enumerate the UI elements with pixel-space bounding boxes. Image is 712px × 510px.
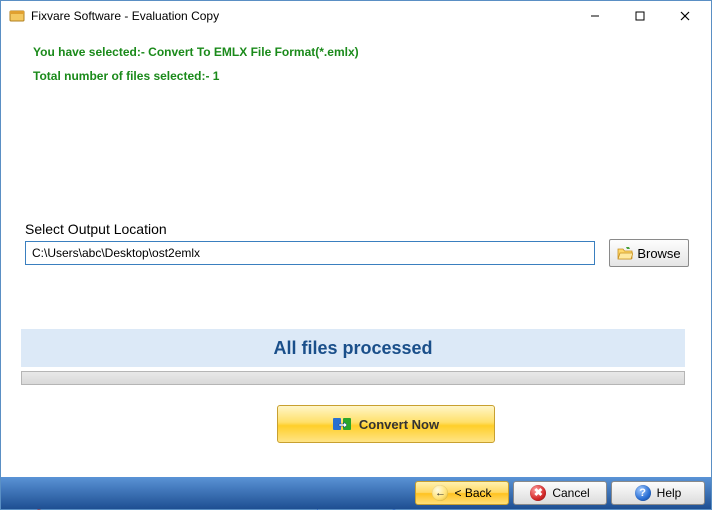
cancel-button[interactable]: ✖ Cancel (513, 481, 607, 505)
output-path-input[interactable] (25, 241, 595, 265)
content-area: You have selected:- Convert To EMLX File… (1, 45, 711, 83)
arrow-left-icon: ← (432, 485, 448, 501)
folder-open-icon (617, 246, 633, 260)
cancel-button-label: Cancel (552, 486, 589, 500)
browse-button[interactable]: Browse (609, 239, 689, 267)
help-icon: ? (635, 485, 651, 501)
footer-bar: ← < Back ✖ Cancel ? Help (1, 477, 711, 509)
window-controls (572, 2, 707, 30)
selected-format-text: You have selected:- Convert To EMLX File… (1, 45, 711, 59)
cancel-icon: ✖ (530, 485, 546, 501)
file-count-text: Total number of files selected:- 1 (1, 69, 711, 83)
convert-button-label: Convert Now (359, 417, 439, 432)
maximize-button[interactable] (617, 2, 662, 30)
convert-now-button[interactable]: Convert Now (277, 405, 495, 443)
browse-button-label: Browse (637, 246, 680, 261)
close-button[interactable] (662, 2, 707, 30)
convert-icon (333, 416, 351, 432)
status-message: All files processed (21, 329, 685, 367)
title-bar: Fixvare Software - Evaluation Copy (1, 1, 711, 31)
back-button-label: < Back (454, 486, 491, 500)
progress-bar (21, 371, 685, 385)
back-button[interactable]: ← < Back (415, 481, 509, 505)
app-icon (9, 8, 25, 24)
window-title: Fixvare Software - Evaluation Copy (31, 9, 572, 23)
help-button[interactable]: ? Help (611, 481, 705, 505)
help-button-label: Help (657, 486, 682, 500)
minimize-button[interactable] (572, 2, 617, 30)
output-location-label: Select Output Location (25, 221, 167, 237)
